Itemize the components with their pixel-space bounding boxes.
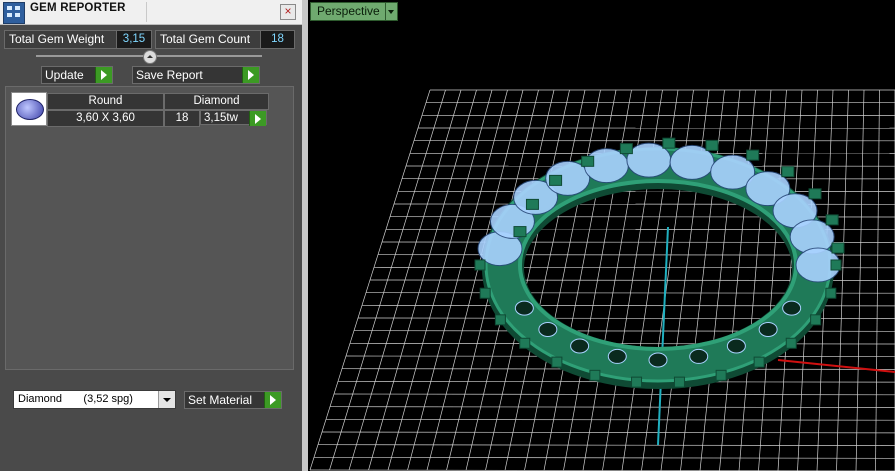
3d-viewport[interactable]: Perspective bbox=[308, 0, 895, 471]
window-title: GEM REPORTER bbox=[30, 2, 126, 14]
material-select-value: Diamond (3,52 spg) bbox=[18, 393, 133, 405]
axis-z bbox=[657, 226, 669, 446]
prong bbox=[589, 369, 601, 381]
prong bbox=[831, 242, 845, 254]
gallery-hole bbox=[648, 352, 668, 368]
header-material: Diamond bbox=[164, 93, 269, 110]
grid-line bbox=[325, 418, 895, 421]
dropdown-arrow-icon[interactable] bbox=[385, 2, 398, 21]
header-shape: Round bbox=[47, 93, 164, 110]
grid-line bbox=[353, 330, 895, 332]
prong bbox=[746, 149, 760, 161]
prong bbox=[810, 314, 822, 326]
grid-line bbox=[349, 342, 895, 345]
axis-x bbox=[777, 359, 895, 373]
app-icon bbox=[3, 2, 25, 24]
total-gem-weight-label: Total Gem Weight bbox=[4, 30, 117, 49]
total-gem-weight-value: 3,15 bbox=[116, 30, 152, 49]
prong bbox=[631, 376, 643, 388]
prong bbox=[519, 337, 531, 349]
prong bbox=[581, 155, 595, 167]
prong bbox=[705, 139, 719, 151]
prong bbox=[825, 214, 839, 226]
view-tab[interactable]: Perspective bbox=[310, 2, 387, 21]
gem-oval-icon bbox=[16, 99, 44, 120]
play-arrow-icon[interactable] bbox=[249, 111, 266, 126]
titlebar: GEM REPORTER × bbox=[0, 0, 302, 25]
gallery-hole bbox=[514, 300, 534, 316]
dropdown-arrow-icon[interactable] bbox=[158, 391, 175, 408]
close-icon[interactable]: × bbox=[280, 4, 296, 20]
gem-weight-text: 3,15tw bbox=[204, 112, 238, 124]
play-arrow-icon[interactable] bbox=[264, 392, 281, 408]
update-button-label: Update bbox=[45, 68, 84, 82]
save-report-button-label: Save Report bbox=[136, 68, 203, 82]
gem-count-cell: 18 bbox=[164, 110, 200, 127]
prong bbox=[808, 188, 822, 200]
prong bbox=[525, 198, 539, 210]
prong bbox=[662, 137, 676, 149]
grid-line bbox=[329, 406, 895, 408]
gem-thumbnail[interactable] bbox=[11, 92, 47, 126]
gallery-hole bbox=[758, 321, 778, 337]
grid-line bbox=[321, 431, 895, 434]
gem-reporter-panel: GEM REPORTER × Total Gem Weight 3,15 Tot… bbox=[0, 0, 302, 471]
grid-line bbox=[313, 456, 895, 459]
prong bbox=[753, 356, 765, 368]
prong bbox=[785, 337, 797, 349]
set-material-button[interactable]: Set Material bbox=[184, 391, 282, 409]
material-select[interactable]: Diamond (3,52 spg) bbox=[13, 390, 176, 409]
gallery-hole bbox=[689, 348, 709, 364]
prong bbox=[494, 314, 506, 326]
ring-inner-rail bbox=[518, 179, 798, 351]
gallery-hole bbox=[726, 338, 746, 354]
gallery-hole bbox=[782, 300, 802, 316]
prong bbox=[619, 143, 633, 155]
gem-list: Round Diamond 3,60 X 3,60 18 3,15tw bbox=[5, 86, 294, 370]
gem-weight-cell: 3,15tw bbox=[200, 110, 267, 126]
save-report-button[interactable]: Save Report bbox=[132, 66, 260, 84]
update-button[interactable]: Update bbox=[41, 66, 113, 84]
set-material-button-label: Set Material bbox=[188, 393, 253, 407]
gem-size-cell: 3,60 X 3,60 bbox=[47, 110, 164, 127]
titlebar-divider bbox=[146, 2, 147, 22]
gem-stones bbox=[477, 142, 841, 283]
prong bbox=[513, 226, 527, 238]
gallery-hole bbox=[607, 348, 627, 364]
slider-knob-icon[interactable] bbox=[143, 50, 157, 64]
prong bbox=[781, 166, 795, 178]
total-gem-count-label: Total Gem Count bbox=[155, 30, 264, 49]
play-arrow-icon[interactable] bbox=[95, 67, 112, 83]
grid-line bbox=[333, 393, 895, 396]
ring-model[interactable] bbox=[474, 137, 845, 389]
gallery-hole bbox=[570, 338, 590, 354]
prong bbox=[549, 174, 563, 186]
prong bbox=[830, 259, 842, 271]
prong bbox=[551, 356, 563, 368]
prong bbox=[474, 259, 486, 271]
prong bbox=[715, 369, 727, 381]
play-arrow-icon[interactable] bbox=[242, 67, 259, 83]
prong bbox=[673, 376, 685, 388]
total-gem-count-value: 18 bbox=[260, 30, 295, 49]
viewport-scene[interactable] bbox=[308, 0, 895, 471]
gallery-hole bbox=[538, 321, 558, 337]
grid-line bbox=[317, 444, 895, 446]
prong bbox=[825, 287, 837, 299]
prong bbox=[479, 287, 491, 299]
